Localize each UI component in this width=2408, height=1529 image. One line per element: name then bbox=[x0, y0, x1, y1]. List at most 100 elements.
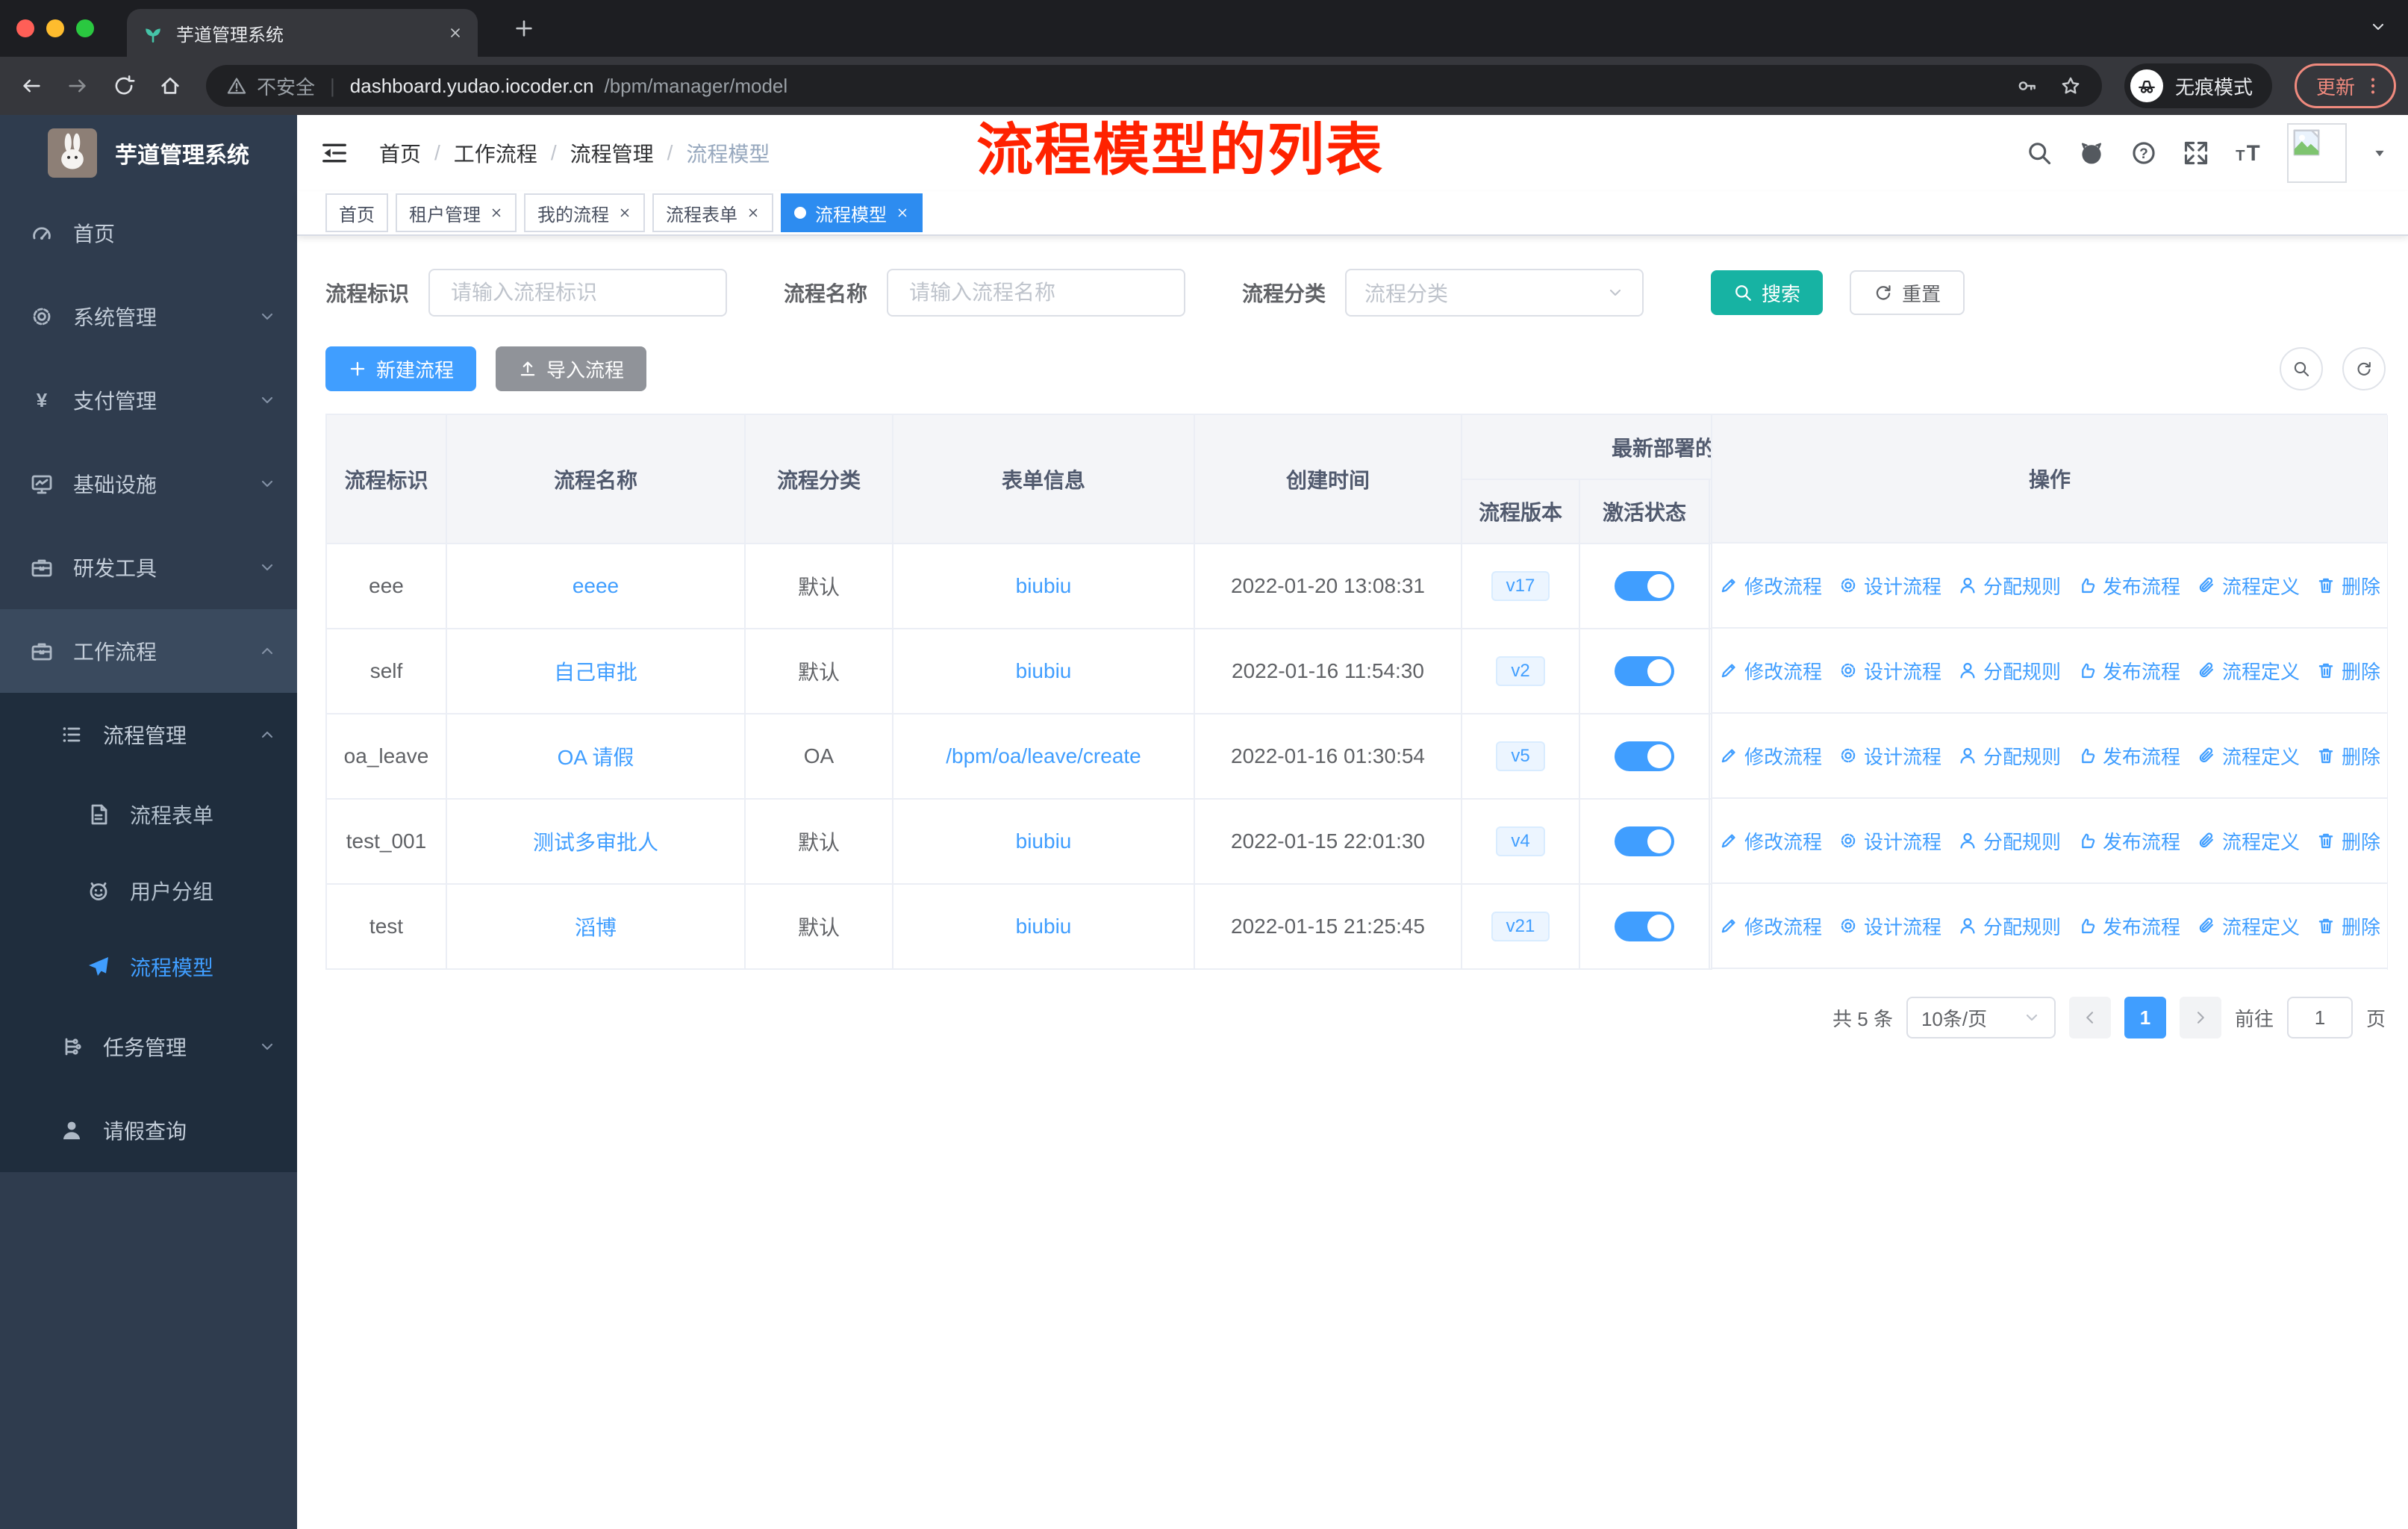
edit-process-link[interactable]: 修改流程 bbox=[1719, 572, 1822, 600]
active-status-toggle[interactable] bbox=[1615, 741, 1674, 771]
process-definition-link[interactable]: 流程定义 bbox=[2197, 912, 2300, 940]
search-button[interactable]: 搜索 bbox=[1711, 270, 1824, 315]
process-definition-link[interactable]: 流程定义 bbox=[2197, 657, 2300, 685]
process-name-link[interactable]: 自己审批 bbox=[554, 661, 637, 684]
page-size-select[interactable]: 10条/页 bbox=[1906, 997, 2056, 1038]
publish-process-link[interactable]: 发布流程 bbox=[2077, 742, 2180, 770]
sidebar-item-devtools[interactable]: 研发工具 bbox=[0, 526, 297, 609]
process-definition-link[interactable]: 流程定义 bbox=[2197, 742, 2300, 770]
process-name-link[interactable]: 滔博 bbox=[575, 916, 617, 939]
design-process-link[interactable]: 设计流程 bbox=[1838, 657, 1941, 685]
breadcrumb-item[interactable]: 流程管理 bbox=[570, 138, 654, 168]
sidebar-fold-icon[interactable] bbox=[311, 129, 358, 177]
sidebar-item-process-model[interactable]: 流程模型 bbox=[0, 929, 297, 1005]
edit-process-link[interactable]: 修改流程 bbox=[1719, 912, 1822, 940]
zoom-window-button[interactable] bbox=[76, 19, 94, 37]
tag-close-icon[interactable] bbox=[746, 206, 760, 219]
delete-process-link[interactable]: 删除 bbox=[2316, 742, 2380, 770]
delete-process-link[interactable]: 删除 bbox=[2316, 657, 2380, 685]
design-process-link[interactable]: 设计流程 bbox=[1838, 912, 1941, 940]
edit-process-link[interactable]: 修改流程 bbox=[1719, 742, 1822, 770]
sidebar-item-system[interactable]: 系统管理 bbox=[0, 275, 297, 358]
process-definition-link[interactable]: 流程定义 bbox=[2197, 572, 2300, 600]
browser-menu-dots-icon[interactable] bbox=[2362, 75, 2383, 96]
delete-process-link[interactable]: 删除 bbox=[2316, 912, 2380, 940]
form-info-link[interactable]: biubiu bbox=[1016, 915, 1072, 938]
password-key-icon[interactable] bbox=[2017, 75, 2038, 96]
process-name-input[interactable] bbox=[906, 279, 1167, 306]
edit-process-link[interactable]: 修改流程 bbox=[1719, 657, 1822, 685]
sidebar-item-payment[interactable]: ¥ 支付管理 bbox=[0, 358, 297, 442]
process-id-input[interactable] bbox=[448, 279, 708, 306]
sidebar-item-process-form[interactable]: 流程表单 bbox=[0, 776, 297, 853]
sidebar-item-leave-query[interactable]: 请假查询 bbox=[0, 1089, 297, 1172]
process-name-link[interactable]: 测试多审批人 bbox=[533, 831, 658, 854]
tag-close-icon[interactable] bbox=[490, 206, 503, 219]
sidebar-item-home[interactable]: 首页 bbox=[0, 191, 297, 275]
assign-rule-link[interactable]: 分配规则 bbox=[1958, 742, 2061, 770]
process-id-field[interactable] bbox=[428, 269, 728, 317]
breadcrumb-item[interactable]: 工作流程 bbox=[454, 138, 537, 168]
back-button[interactable] bbox=[12, 66, 51, 105]
sidebar-item-task-mgmt[interactable]: 任务管理 bbox=[0, 1005, 297, 1089]
minimize-window-button[interactable] bbox=[46, 19, 64, 37]
tag-process-model[interactable]: 流程模型 bbox=[781, 193, 923, 232]
process-name-link[interactable]: OA 请假 bbox=[558, 746, 634, 769]
browser-tab[interactable]: 芋道管理系统 bbox=[127, 9, 478, 57]
active-status-toggle[interactable] bbox=[1615, 571, 1674, 601]
delete-process-link[interactable]: 删除 bbox=[2316, 572, 2380, 600]
toggle-search-round-button[interactable] bbox=[2280, 347, 2323, 390]
assign-rule-link[interactable]: 分配规则 bbox=[1958, 827, 2061, 855]
help-icon[interactable]: ? bbox=[2130, 140, 2157, 166]
new-tab-button[interactable] bbox=[505, 9, 543, 48]
sidebar-item-workflow[interactable]: 工作流程 bbox=[0, 609, 297, 693]
sidebar-item-infrastructure[interactable]: 基础设施 bbox=[0, 442, 297, 526]
address-bar[interactable]: 不安全 | dashboard.yudao.iocoder.cn /bpm/ma… bbox=[206, 65, 2102, 107]
create-process-button[interactable]: 新建流程 bbox=[325, 346, 477, 391]
not-secure-warning-icon[interactable] bbox=[227, 76, 246, 96]
fullscreen-icon[interactable] bbox=[2183, 140, 2209, 166]
github-icon[interactable] bbox=[2078, 140, 2105, 166]
chrome-update-button[interactable]: 更新 bbox=[2294, 63, 2396, 108]
active-status-toggle[interactable] bbox=[1615, 912, 1674, 941]
design-process-link[interactable]: 设计流程 bbox=[1838, 742, 1941, 770]
tag-home[interactable]: 首页 bbox=[325, 193, 388, 232]
form-info-link[interactable]: biubiu bbox=[1016, 659, 1072, 682]
publish-process-link[interactable]: 发布流程 bbox=[2077, 912, 2180, 940]
forward-button[interactable] bbox=[58, 66, 97, 105]
assign-rule-link[interactable]: 分配规则 bbox=[1958, 912, 2061, 940]
design-process-link[interactable]: 设计流程 bbox=[1838, 827, 1941, 855]
tag-close-icon[interactable] bbox=[618, 206, 631, 219]
current-page-button[interactable]: 1 bbox=[2124, 997, 2166, 1038]
edit-process-link[interactable]: 修改流程 bbox=[1719, 827, 1822, 855]
active-status-toggle[interactable] bbox=[1615, 656, 1674, 686]
sidebar-logo[interactable]: 芋道管理系统 bbox=[0, 115, 297, 191]
form-info-link[interactable]: biubiu bbox=[1016, 829, 1072, 853]
tag-close-icon[interactable] bbox=[896, 206, 909, 219]
header-search-icon[interactable] bbox=[2026, 140, 2053, 166]
next-page-button[interactable] bbox=[2179, 997, 2221, 1038]
home-button[interactable] bbox=[151, 66, 190, 105]
process-definition-link[interactable]: 流程定义 bbox=[2197, 827, 2300, 855]
assign-rule-link[interactable]: 分配规则 bbox=[1958, 572, 2061, 600]
tag-process-form[interactable]: 流程表单 bbox=[652, 193, 773, 232]
tag-my-process[interactable]: 我的流程 bbox=[524, 193, 645, 232]
bookmark-star-icon[interactable] bbox=[2060, 75, 2081, 96]
avatar[interactable] bbox=[2287, 123, 2347, 183]
tab-close-icon[interactable] bbox=[448, 25, 463, 40]
form-info-link[interactable]: biubiu bbox=[1016, 574, 1072, 597]
font-size-icon[interactable]: TT bbox=[2235, 140, 2262, 166]
design-process-link[interactable]: 设计流程 bbox=[1838, 572, 1941, 600]
process-name-field[interactable] bbox=[887, 269, 1186, 317]
publish-process-link[interactable]: 发布流程 bbox=[2077, 657, 2180, 685]
tag-tenant[interactable]: 租户管理 bbox=[396, 193, 517, 232]
reset-button[interactable]: 重置 bbox=[1850, 270, 1965, 315]
import-process-button[interactable]: 导入流程 bbox=[496, 346, 647, 391]
tab-search-chevron-icon[interactable] bbox=[2369, 18, 2387, 36]
sidebar-item-process-mgmt[interactable]: 流程管理 bbox=[0, 693, 297, 776]
prev-page-button[interactable] bbox=[2068, 997, 2111, 1038]
category-select[interactable]: 流程分类 bbox=[1345, 269, 1644, 317]
assign-rule-link[interactable]: 分配规则 bbox=[1958, 657, 2061, 685]
publish-process-link[interactable]: 发布流程 bbox=[2077, 572, 2180, 600]
sidebar-item-user-group[interactable]: 用户分组 bbox=[0, 853, 297, 929]
